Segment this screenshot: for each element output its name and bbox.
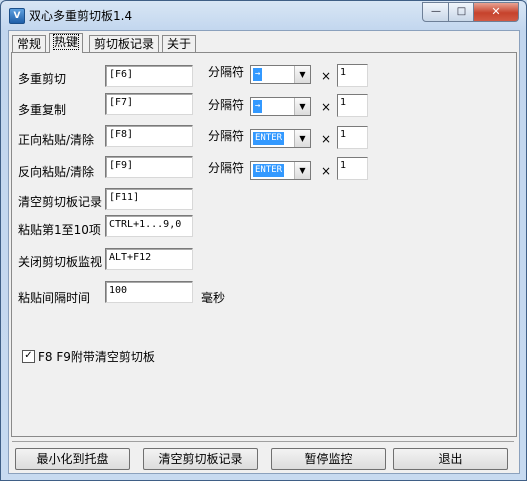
separator-value: → (253, 100, 263, 113)
minimize-to-tray-button[interactable]: 最小化到托盘 (15, 448, 130, 470)
exit-button[interactable]: 退出 (393, 448, 508, 470)
tab-general-label: 常规 (17, 37, 42, 51)
hotkey-input-clear-history[interactable]: [F11] (105, 188, 193, 210)
chevron-down-icon[interactable]: ▼ (294, 98, 310, 115)
times-icon: × (321, 100, 332, 114)
hotkey-label-close-monitor: 关闭剪切板监视 (18, 255, 103, 269)
hotkey-input-multi-cut[interactable]: [F6] (105, 65, 193, 87)
count-input-reverse-paste[interactable]: 1 (337, 157, 368, 180)
interval-unit: 毫秒 (201, 291, 226, 305)
hotkey-label-clear-history: 清空剪切板记录 (18, 195, 103, 209)
separator-value: ENTER (253, 132, 285, 145)
hotkey-input-multi-copy[interactable]: [F7] (105, 93, 193, 115)
button-divider (12, 441, 514, 442)
tab-about[interactable]: 关于 (162, 35, 197, 52)
separator-value: ENTER (253, 164, 285, 177)
close-button[interactable]: ✕ (473, 2, 519, 22)
hotkey-input-forward-paste[interactable]: [F8] (105, 125, 193, 147)
interval-input[interactable]: 100 (105, 281, 193, 303)
separator-label: 分隔符 (208, 161, 245, 175)
tab-about-label: 关于 (167, 37, 192, 51)
title-bar[interactable]: V 双心多重剪切板1.4 — □ ✕ (1, 1, 526, 29)
hotkey-label-forward-paste: 正向粘贴/清除 (18, 133, 95, 147)
interval-label: 粘贴间隔时间 (18, 291, 91, 305)
hotkey-input-close-monitor[interactable]: ALT+F12 (105, 248, 193, 270)
separator-select-forward-paste[interactable]: ENTER ▼ (250, 129, 311, 148)
chevron-down-icon[interactable]: ▼ (294, 162, 310, 179)
separator-label: 分隔符 (208, 65, 245, 79)
hotkey-label-multi-copy: 多重复制 (18, 103, 67, 117)
times-icon: × (321, 132, 332, 146)
hotkeys-panel: 多重剪切 [F6] 分隔符 → ▼ × 1 多重复制 [F7] 分隔符 → ▼ … (11, 52, 517, 437)
count-input-multi-copy[interactable]: 1 (337, 94, 368, 117)
tab-hotkeys[interactable]: 热键 (49, 33, 84, 53)
minimize-button[interactable]: — (422, 2, 450, 22)
hotkey-label-paste-1-10: 粘贴第1至10项 (18, 223, 101, 237)
hotkey-label-reverse-paste: 反向粘贴/清除 (18, 165, 95, 179)
times-icon: × (321, 69, 332, 83)
separator-label: 分隔符 (208, 98, 245, 112)
clear-clipboard-checkbox[interactable]: ✓ (22, 350, 35, 363)
tab-hotkeys-label: 热键 (52, 34, 80, 50)
window-title: 双心多重剪切板1.4 (29, 9, 133, 23)
client-area: 常规 热键 剪切板记录 关于 多重剪切 [F6] 分隔符 → ▼ × 1 多重复… (8, 30, 520, 474)
tab-clipboard-history[interactable]: 剪切板记录 (89, 35, 160, 52)
chevron-down-icon[interactable]: ▼ (294, 130, 310, 147)
tab-general[interactable]: 常规 (12, 35, 47, 52)
clear-clipboard-checkbox-label[interactable]: F8 F9附带清空剪切板 (38, 348, 155, 365)
separator-select-multi-copy[interactable]: → ▼ (250, 97, 311, 116)
hotkey-input-paste-1-10[interactable]: CTRL+1...9,0 (105, 215, 193, 237)
count-input-forward-paste[interactable]: 1 (337, 126, 368, 149)
app-icon: V (9, 8, 25, 24)
hotkey-label-multi-cut: 多重剪切 (18, 72, 67, 86)
hotkey-input-reverse-paste[interactable]: [F9] (105, 156, 193, 178)
times-icon: × (321, 164, 332, 178)
separator-select-multi-cut[interactable]: → ▼ (250, 65, 311, 84)
pause-monitor-button[interactable]: 暂停监控 (271, 448, 386, 470)
separator-label: 分隔符 (208, 129, 245, 143)
separator-select-reverse-paste[interactable]: ENTER ▼ (250, 161, 311, 180)
maximize-button[interactable]: □ (448, 2, 475, 22)
separator-value: → (253, 68, 263, 81)
count-input-multi-cut[interactable]: 1 (337, 64, 368, 87)
tab-clipboard-history-label: 剪切板记录 (94, 37, 155, 51)
chevron-down-icon[interactable]: ▼ (294, 66, 310, 83)
clear-history-button[interactable]: 清空剪切板记录 (143, 448, 258, 470)
app-window: V 双心多重剪切板1.4 — □ ✕ 常规 热键 剪切板记录 关于 多重剪切 [… (0, 0, 527, 481)
